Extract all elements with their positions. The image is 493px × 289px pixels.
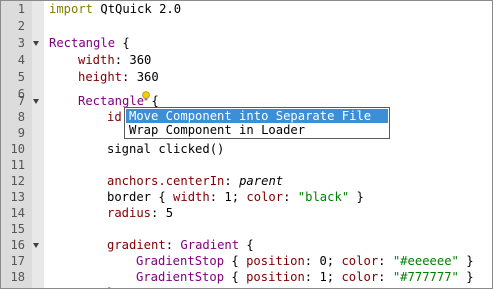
code-line[interactable]: 16 gradient: Gradient { [1,237,492,253]
type-name: Rectangle [78,94,145,108]
code-text[interactable]: radius: 5 [107,205,173,221]
code-line[interactable]: 15 [1,221,492,237]
code-line[interactable]: 2 [1,18,492,34]
code-token: : 5 [151,206,174,220]
code-token: : [165,238,181,252]
code-line[interactable]: 10 signal clicked() [1,141,492,157]
menu-item-label: Wrap Component in Loader [129,123,306,137]
line-number: 11 [10,158,25,172]
string-literal: "black" [297,190,350,204]
code-token: } [349,190,364,204]
property-name: id [107,110,122,124]
code-text[interactable]: GradientStop { position: 1; color: "#777… [136,269,474,285]
code-token: QtQuick 2.0 [93,2,182,16]
menu-item-move-component[interactable]: Move Component into Separate File [126,109,388,123]
code-token: } [458,254,474,268]
line-number: 8 [17,110,25,124]
code-editor[interactable]: 1 import QtQuick 2.0 2 3 Rectangle { 4 w… [0,0,493,289]
property-name: width [78,53,115,67]
code-text[interactable]: anchors.centerIn: parent [107,173,283,189]
property-name: position [246,270,305,284]
code-token: signal clicked() [107,142,225,156]
fold-arrow-icon[interactable] [33,41,39,46]
property-name: radius [107,206,152,220]
code-line[interactable]: 19 } [1,285,492,288]
menu-item-wrap-in-loader[interactable]: Wrap Component in Loader [126,123,388,137]
line-number: 1 [17,2,25,16]
line-number: 9 [17,126,25,140]
code-line[interactable]: 14 radius: 5 [1,205,492,221]
type-name: Rectangle [49,36,116,50]
code-line[interactable]: 1 import QtQuick 2.0 [1,1,492,17]
code-token: } [458,270,474,284]
code-token: { [224,254,247,268]
line-number: 10 [10,142,25,156]
line-number: 12 [10,174,25,188]
menu-item-label: Move Component into Separate File [129,109,372,123]
code-token: : 360 [114,53,152,67]
line-number: 16 [10,238,25,252]
property-name: anchors.centerIn [107,174,225,188]
lightbulb-icon[interactable] [141,91,151,101]
code-token: : 360 [122,70,159,84]
line-number: 4 [17,53,25,67]
line-number: 7 [17,94,25,108]
code-line[interactable]: 18 GradientStop { position: 1; color: "#… [1,269,492,285]
code-text[interactable]: gradient: Gradient { [107,237,254,253]
line-number: 14 [10,206,25,220]
code-text[interactable]: } [107,285,114,288]
fold-arrow-icon[interactable] [33,99,39,104]
line-number: 5 [17,70,25,84]
property-name: gradient [107,238,166,252]
code-text[interactable]: border { width: 1; color: "black" } [107,189,364,205]
property-name: height [78,70,123,84]
type-name: GradientStop [136,270,225,284]
code-token: : [224,174,240,188]
property-name: color [246,190,284,204]
code-token: { [239,238,254,252]
code-line[interactable]: 5 height: 360 [1,69,492,85]
type-name: Gradient [180,238,240,252]
code-token: { [224,270,247,284]
code-text[interactable]: GradientStop { position: 0; color: "#eee… [136,253,474,269]
code-token: : [283,190,298,204]
code-token: { [115,36,130,50]
line-number: 15 [10,222,25,236]
code-token: : 1; [209,190,247,204]
line-number: 2 [17,19,25,33]
code-text[interactable]: height: 360 [78,69,159,85]
code-line[interactable]: 3 Rectangle { [1,35,492,51]
line-number: 19 [1,285,25,288]
property-name: position [246,254,305,268]
line-number: 3 [17,36,25,50]
property-name: color [341,254,379,268]
refactoring-popup-menu: Move Component into Separate File Wrap C… [124,107,390,139]
type-name: GradientStop [136,254,225,268]
code-text[interactable]: signal clicked() [107,141,224,157]
code-text[interactable]: import QtQuick 2.0 [49,1,181,17]
line-number: 17 [10,254,25,268]
line-number: 18 [10,270,25,284]
code-line[interactable]: 17 GradientStop { position: 0; color: "#… [1,253,492,269]
code-token: parent [239,174,284,188]
code-token: : 0; [304,254,342,268]
code-line[interactable]: 13 border { width: 1; color: "black" } [1,189,492,205]
code-line[interactable]: 12 anchors.centerIn: parent [1,173,492,189]
property-name: color [341,270,379,284]
code-token: : 1; [304,270,342,284]
string-literal: "#eeeeee" [392,254,459,268]
code-token: : [378,254,393,268]
code-token: border { [107,190,174,204]
code-line[interactable]: 4 width: 360 [1,52,492,68]
code-line[interactable]: 11 [1,157,492,173]
line-number: 13 [10,190,25,204]
code-token: : [378,270,393,284]
fold-arrow-icon[interactable] [33,243,39,248]
keyword: import [49,2,94,16]
code-text[interactable]: Rectangle { [49,35,130,51]
property-name: width [173,190,210,204]
string-literal: "#777777" [392,270,459,284]
code-text[interactable]: width: 360 [78,52,151,68]
